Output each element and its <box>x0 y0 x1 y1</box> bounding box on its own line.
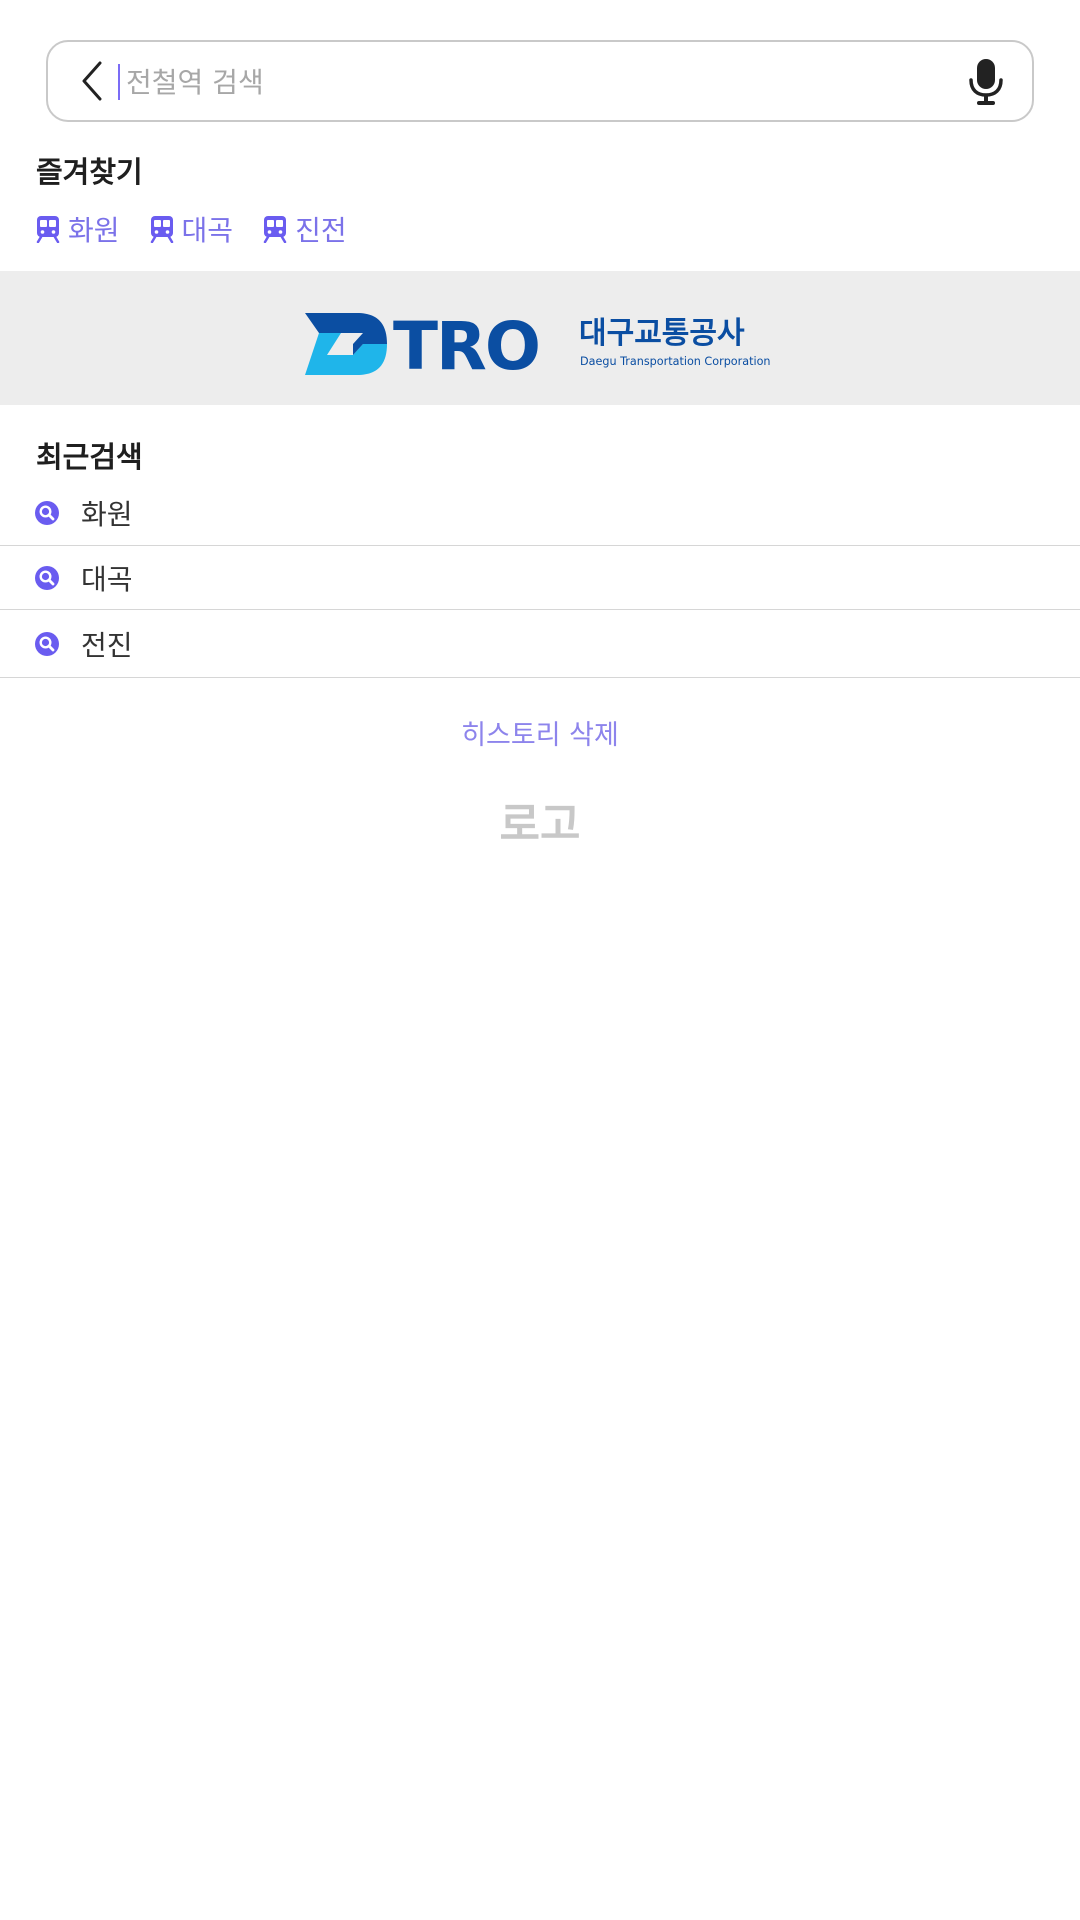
dtro-name-en: Daegu Transportation Corporation <box>580 355 771 368</box>
favorite-item[interactable]: 대곡 <box>150 209 234 249</box>
favorite-label: 대곡 <box>181 214 234 247</box>
microphone-icon <box>969 59 1003 105</box>
dtro-logo-text: TRO <box>393 311 539 377</box>
recent-search-label: 화원 <box>81 497 133 531</box>
chevron-left-icon <box>82 61 102 101</box>
recent-search-item[interactable]: 화원 <box>0 480 1080 546</box>
recent-search-item[interactable]: 대곡 <box>0 546 1080 610</box>
dtro-logo: TRO 대구교통공사 Daegu Transportation Corporat… <box>305 311 771 377</box>
search-bar <box>46 40 1034 122</box>
recent-searches-list: 화원 대곡 전진 <box>0 480 1080 678</box>
station-search-input[interactable] <box>122 56 882 108</box>
delete-history-button[interactable]: 히스토리 삭제 <box>0 714 1080 758</box>
favorite-item[interactable]: 진전 <box>263 209 347 249</box>
recent-search-label: 전진 <box>81 628 133 662</box>
search-icon <box>35 500 59 525</box>
logo-placeholder: 로고 <box>499 799 581 850</box>
favorite-label: 화원 <box>68 214 120 247</box>
dtro-banner[interactable]: TRO 대구교통공사 Daegu Transportation Corporat… <box>0 271 1080 405</box>
favorites-list: 화원 대곡 진전 <box>36 207 377 251</box>
train-icon <box>150 215 174 243</box>
train-icon <box>263 215 287 243</box>
dtro-name-ko: 대구교통공사 <box>579 316 745 351</box>
recent-search-label: 대곡 <box>81 562 133 596</box>
back-button[interactable] <box>68 55 116 107</box>
search-icon <box>35 565 59 590</box>
favorite-item[interactable]: 화원 <box>36 209 120 249</box>
favorite-label: 진전 <box>295 214 347 247</box>
search-icon <box>35 631 59 656</box>
text-cursor <box>118 64 120 100</box>
voice-search-button[interactable] <box>958 54 1014 110</box>
train-icon <box>36 215 60 243</box>
recent-searches-title: 최근검색 <box>36 440 143 474</box>
recent-search-item[interactable]: 전진 <box>0 610 1080 678</box>
favorites-title: 즐겨찾기 <box>36 155 143 189</box>
